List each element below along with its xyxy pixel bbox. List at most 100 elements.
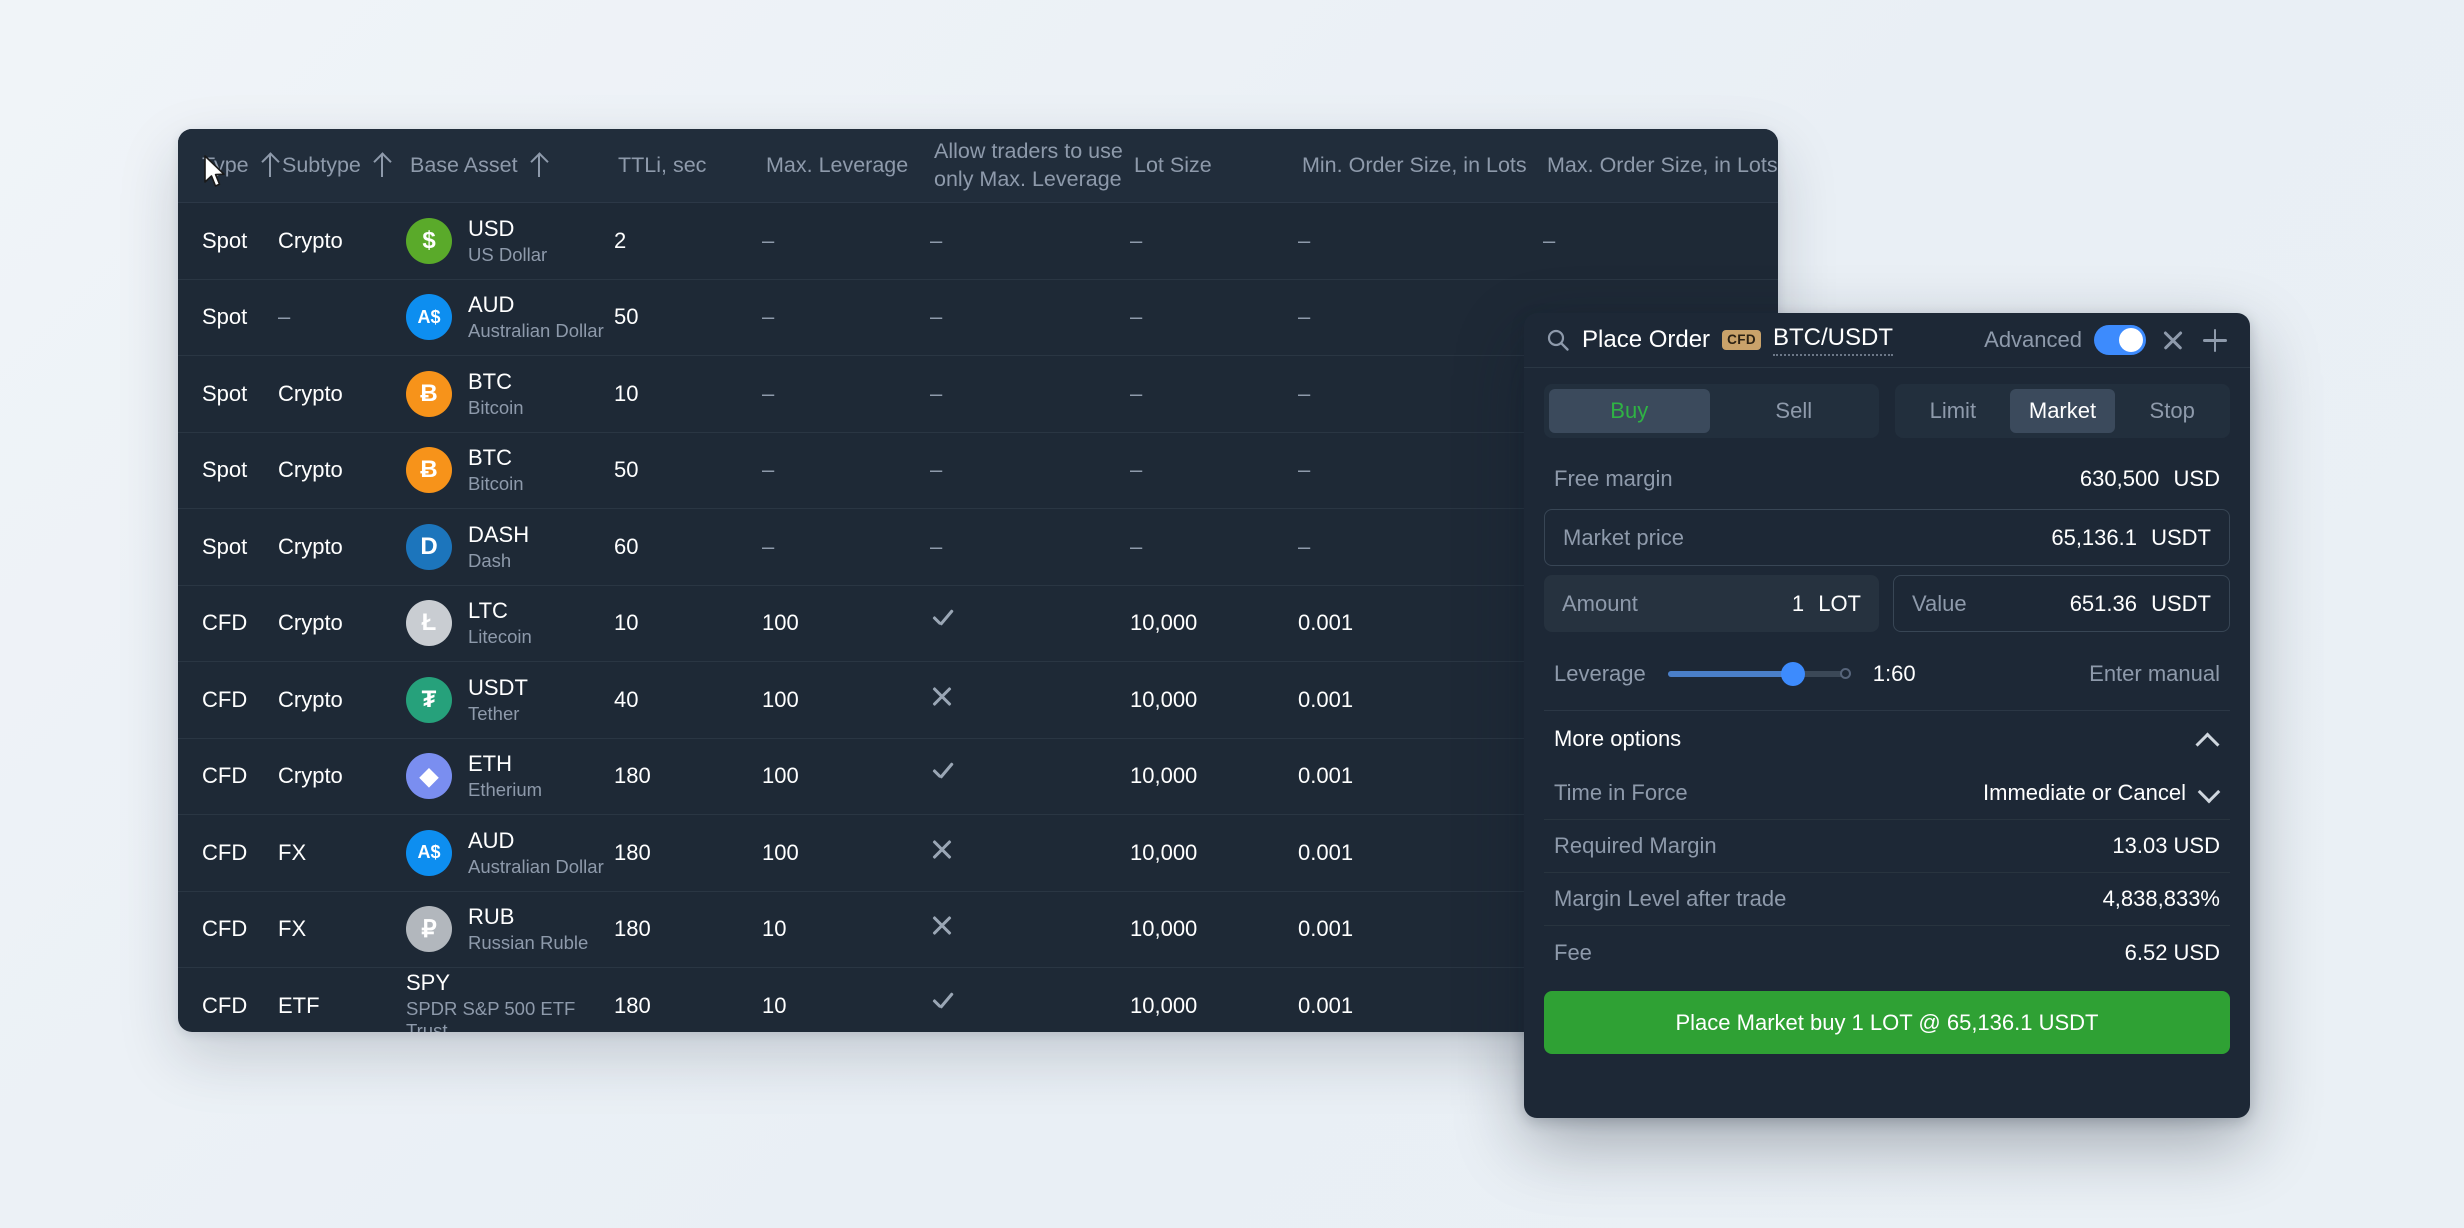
leverage-slider[interactable] [1668, 664, 1851, 684]
sort-ascending-icon[interactable] [532, 155, 547, 177]
amount-field[interactable]: Amount 1 LOT [1544, 575, 1879, 632]
table-header-row: Type Subtype Base Asset TTLi, sec Max. L… [178, 129, 1778, 203]
check-icon [930, 760, 956, 786]
advanced-toggle[interactable] [2094, 325, 2146, 355]
cell-lot-size: – [1130, 457, 1298, 483]
place-order-panel: Place Order CFD BTC/USDT Advanced Buy Se… [1524, 313, 2250, 1118]
time-in-force-value-group[interactable]: Immediate or Cancel [1983, 780, 2220, 806]
asset-full-name: Tether [468, 703, 528, 725]
column-header-base-asset[interactable]: Base Asset [406, 152, 614, 180]
value-field[interactable]: Value 651.36 USDT [1893, 575, 2230, 632]
sort-ascending-icon[interactable] [375, 155, 390, 177]
cross-icon [930, 913, 956, 939]
column-header-subtype[interactable]: Subtype [278, 152, 406, 180]
instrument-symbol[interactable]: BTC/USDT [1773, 324, 1893, 356]
asset-symbol: BTC [468, 445, 524, 471]
cell-type: CFD [178, 763, 278, 789]
chevron-up-icon[interactable] [2196, 732, 2220, 746]
cell-lot-size: – [1130, 381, 1298, 407]
asset-coin-icon: A$ [406, 294, 452, 340]
search-icon[interactable] [1546, 328, 1570, 352]
cell-max-leverage: 10 [762, 993, 930, 1019]
leverage-label: Leverage [1554, 661, 1646, 687]
cell-subtype: – [278, 304, 406, 330]
margin-level-label: Margin Level after trade [1554, 886, 1786, 912]
leverage-enter-manual-link[interactable]: Enter manual [2089, 661, 2220, 687]
table-row[interactable]: SpotCrypto$USDUS Dollar2––––– [178, 203, 1778, 280]
tab-sell[interactable]: Sell [1714, 389, 1875, 433]
column-header-allow-only-max-leverage[interactable]: Allow traders to use only Max. Leverage [930, 138, 1130, 194]
close-icon[interactable] [2158, 325, 2188, 355]
cell-subtype: Crypto [278, 457, 406, 483]
cell-subtype: Crypto [278, 534, 406, 560]
market-price-label: Market price [1563, 525, 1684, 551]
tab-stop[interactable]: Stop [2119, 389, 2225, 433]
cell-max-leverage: 100 [762, 687, 930, 713]
slider-thumb[interactable] [1781, 662, 1805, 686]
cell-subtype: Crypto [278, 610, 406, 636]
leverage-row: Leverage 1:60 Enter manual [1544, 642, 2230, 706]
cell-ttl: 10 [614, 381, 762, 407]
asset-full-name: Australian Dollar [468, 856, 604, 878]
cell-min-order-size: 0.001 [1298, 763, 1543, 789]
cell-allow-only-max: – [930, 304, 1130, 330]
cell-min-order-size: 0.001 [1298, 610, 1543, 636]
cell-base-asset: DDASHDash [406, 522, 614, 572]
cell-base-asset: SPYSPDR S&P 500 ETF Trust [406, 970, 614, 1032]
cell-allow-only-max-check-icon [930, 760, 1130, 792]
asset-symbol: DASH [468, 522, 529, 548]
option-row-time-in-force[interactable]: Time in Force Immediate or Cancel [1544, 767, 2230, 820]
cell-min-order-size: – [1298, 381, 1543, 407]
cell-ttl: 180 [614, 763, 762, 789]
sort-ascending-icon[interactable] [263, 155, 278, 177]
place-order-button[interactable]: Place Market buy 1 LOT @ 65,136.1 USDT [1544, 991, 2230, 1054]
column-header-max-order-size[interactable]: Max. Order Size, in Lots [1543, 152, 1778, 180]
column-header-type-label: Type [202, 152, 249, 180]
market-price-field[interactable]: Market price 65,136.1 USDT [1544, 509, 2230, 566]
cell-allow-only-max: – [930, 457, 1130, 483]
margin-level-value: 4,838,833% [2103, 886, 2220, 912]
asset-coin-icon: ◆ [406, 753, 452, 799]
required-margin-label: Required Margin [1554, 833, 1717, 859]
slider-fill [1668, 671, 1790, 677]
value-value: 651.36 USDT [2070, 591, 2211, 617]
chevron-down-icon[interactable] [2198, 786, 2220, 800]
advanced-label: Advanced [1984, 327, 2082, 353]
cell-base-asset: ŁLTCLitecoin [406, 598, 614, 648]
cell-allow-only-max-check-icon [930, 990, 1130, 1022]
time-in-force-value: Immediate or Cancel [1983, 780, 2186, 806]
more-options-header[interactable]: More options [1544, 711, 2230, 767]
cell-min-order-size: – [1298, 304, 1543, 330]
tab-buy[interactable]: Buy [1549, 389, 1710, 433]
column-header-min-order-size[interactable]: Min. Order Size, in Lots [1298, 152, 1543, 180]
tab-limit[interactable]: Limit [1900, 389, 2006, 433]
column-header-type[interactable]: Type [178, 152, 278, 180]
cell-min-order-size: – [1298, 228, 1543, 254]
asset-coin-icon: $ [406, 218, 452, 264]
asset-text: USDUS Dollar [468, 216, 547, 266]
column-header-ttl[interactable]: TTLi, sec [614, 152, 762, 180]
free-margin-row: Free margin 630,500 USD [1544, 455, 2230, 503]
value-unit: USDT [2151, 591, 2211, 616]
time-in-force-label: Time in Force [1554, 780, 1688, 806]
check-icon [930, 607, 956, 633]
column-header-subtype-label: Subtype [282, 152, 361, 180]
asset-text: AUDAustralian Dollar [468, 828, 604, 878]
asset-text: USDTTether [468, 675, 528, 725]
cell-base-asset: A$AUDAustralian Dollar [406, 828, 614, 878]
column-header-base-asset-label: Base Asset [410, 152, 518, 180]
amount-label: Amount [1562, 591, 1638, 617]
asset-text: SPYSPDR S&P 500 ETF Trust [406, 970, 614, 1032]
asset-full-name: Bitcoin [468, 397, 524, 419]
value-label: Value [1912, 591, 1967, 617]
cell-min-order-size: 0.001 [1298, 993, 1543, 1019]
asset-full-name: Australian Dollar [468, 320, 604, 342]
column-header-lot-size[interactable]: Lot Size [1130, 152, 1298, 180]
tab-market[interactable]: Market [2010, 389, 2116, 433]
market-price-unit: USDT [2151, 525, 2211, 550]
cell-base-asset: ◆ETHEtherium [406, 751, 614, 801]
cell-lot-size: 10,000 [1130, 687, 1298, 713]
amount-value-row: Amount 1 LOT Value 651.36 USDT [1544, 575, 2230, 632]
column-header-max-leverage[interactable]: Max. Leverage [762, 152, 930, 180]
add-icon[interactable] [2200, 325, 2230, 355]
